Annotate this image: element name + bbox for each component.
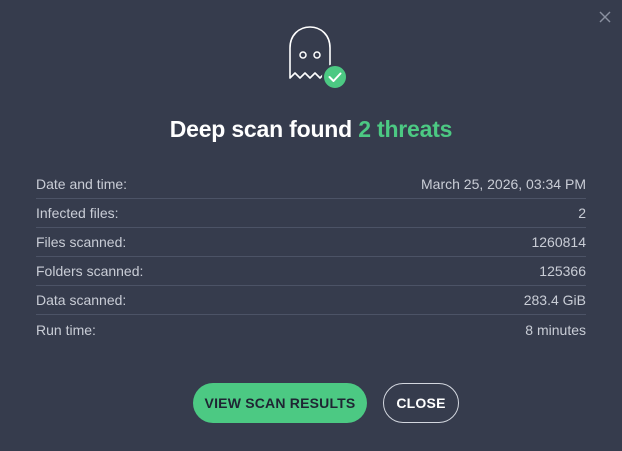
title-prefix: Deep scan found	[169, 116, 359, 142]
check-badge-icon	[322, 64, 348, 90]
detail-row-run-time: Run time: 8 minutes	[36, 315, 586, 344]
detail-label: Folders scanned:	[36, 263, 144, 279]
scan-complete-dialog: Deep scan found 2 threats Date and time:…	[0, 0, 622, 451]
detail-value: 1260814	[531, 234, 586, 250]
detail-row-data-scanned: Data scanned: 283.4 GiB	[36, 286, 586, 315]
detail-row-date: Date and time: March 25, 2026, 03:34 PM	[36, 170, 586, 199]
scan-details-table: Date and time: March 25, 2026, 03:34 PM …	[36, 170, 586, 344]
close-icon[interactable]	[598, 10, 612, 24]
detail-label: Data scanned:	[36, 292, 127, 308]
ghost-icon	[289, 26, 348, 90]
detail-row-folders-scanned: Folders scanned: 125366	[36, 257, 586, 286]
detail-value: 2	[578, 205, 586, 221]
scan-result-title: Deep scan found 2 threats	[0, 116, 622, 143]
view-scan-results-button[interactable]: VIEW SCAN RESULTS	[193, 383, 367, 423]
detail-value: 283.4 GiB	[523, 292, 586, 308]
detail-label: Run time:	[36, 321, 96, 338]
detail-label: Date and time:	[36, 176, 128, 192]
threat-count-highlight: 2 threats	[358, 116, 453, 142]
detail-value: March 25, 2026, 03:34 PM	[421, 176, 586, 192]
close-button[interactable]: CLOSE	[383, 383, 459, 423]
scan-status-illustration	[287, 26, 349, 90]
detail-value: 8 minutes	[525, 321, 586, 338]
detail-row-files-scanned: Files scanned: 1260814	[36, 228, 586, 257]
dialog-actions: VIEW SCAN RESULTS CLOSE	[0, 383, 622, 423]
detail-value: 125366	[539, 263, 586, 279]
detail-label: Infected files:	[36, 205, 119, 221]
detail-row-infected-files: Infected files: 2	[36, 199, 586, 228]
detail-label: Files scanned:	[36, 234, 127, 250]
